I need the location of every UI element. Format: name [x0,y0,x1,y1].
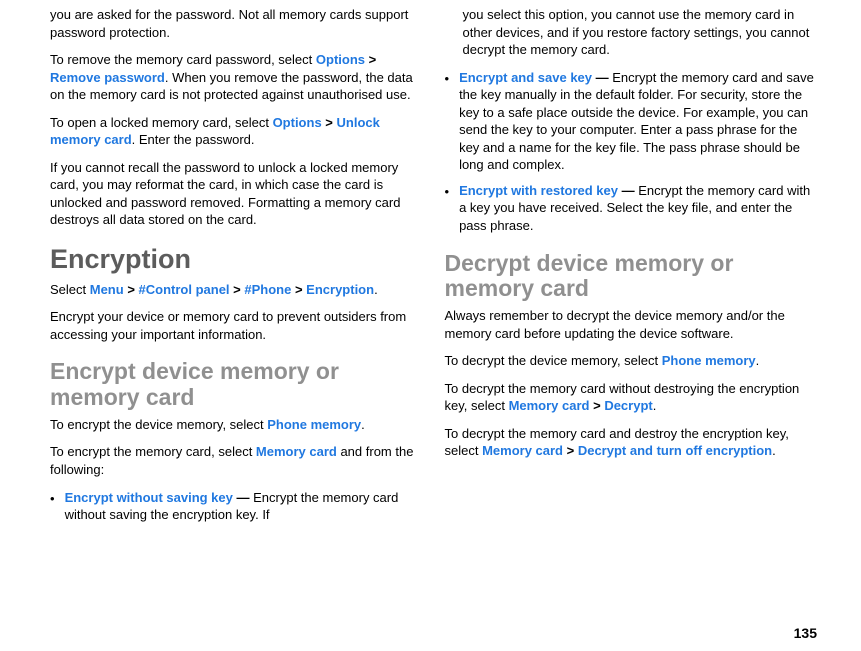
left-column: you are asked for the password. Not all … [50,6,423,532]
breadcrumb-separator: > [365,52,376,67]
bullet-icon: • [445,182,450,235]
options-link[interactable]: Options [273,115,322,130]
body-text: To remove the memory card password, sele… [50,51,423,104]
body-text: To encrypt the device memory, select Pho… [50,416,423,434]
text-fragment: Encrypt the memory card and save the key… [459,70,814,173]
text-fragment: To remove the memory card password, sele… [50,52,316,67]
body-text: To decrypt the device memory, select Pho… [445,352,818,370]
text-fragment: . [653,398,657,413]
dash-separator: — [618,183,638,198]
text-fragment: To decrypt the device memory, select [445,353,662,368]
text-fragment: . [772,443,776,458]
bullet-icon: • [445,69,450,174]
body-text: you are asked for the password. Not all … [50,6,423,41]
list-item-text: Encrypt and save key — Encrypt the memor… [459,69,817,174]
heading-decrypt-device-memory: Decrypt device memory or memory card [445,251,818,302]
body-text: Select Menu > #Control panel > #Phone > … [50,281,423,299]
text-fragment: To encrypt the device memory, select [50,417,267,432]
heading-encrypt-device-memory: Encrypt device memory or memory card [50,359,423,410]
body-text: To encrypt the memory card, select Memor… [50,443,423,478]
text-fragment: . Enter the password. [132,132,255,147]
decrypt-link[interactable]: Decrypt [604,398,652,413]
phone-memory-link[interactable]: Phone memory [662,353,756,368]
phone-link[interactable]: #Phone [244,282,291,297]
dash-separator: — [233,490,253,505]
list-item: • Encrypt and save key — Encrypt the mem… [445,69,818,174]
text-fragment: Select [50,282,90,297]
remove-password-link[interactable]: Remove password [50,70,165,85]
encrypt-without-saving-key-link[interactable]: Encrypt without saving key [65,490,233,505]
body-text: Encrypt your device or memory card to pr… [50,308,423,343]
breadcrumb-separator: > [124,282,139,297]
breadcrumb-separator: > [589,398,604,413]
list-item-continuation: you select this option, you cannot use t… [463,6,818,59]
body-text: Always remember to decrypt the device me… [445,307,818,342]
list-item-text: Encrypt without saving key — Encrypt the… [65,489,423,524]
breadcrumb-separator: > [230,282,245,297]
list-item: • Encrypt with restored key — Encrypt th… [445,182,818,235]
text-fragment: To encrypt the memory card, select [50,444,256,459]
text-fragment: . [361,417,365,432]
body-text: To decrypt the memory card and destroy t… [445,425,818,460]
menu-link[interactable]: Menu [90,282,124,297]
encrypt-and-save-key-link[interactable]: Encrypt and save key [459,70,592,85]
body-text: To open a locked memory card, select Opt… [50,114,423,149]
body-text: To decrypt the memory card without destr… [445,380,818,415]
right-column: you select this option, you cannot use t… [445,6,818,532]
options-link[interactable]: Options [316,52,365,67]
text-fragment: . [374,282,378,297]
decrypt-and-turn-off-encryption-link[interactable]: Decrypt and turn off encryption [578,443,772,458]
body-text: If you cannot recall the password to unl… [50,159,423,229]
heading-encryption: Encryption [50,245,423,275]
encrypt-with-restored-key-link[interactable]: Encrypt with restored key [459,183,618,198]
text-fragment: To open a locked memory card, select [50,115,273,130]
page-number: 135 [794,624,817,643]
text-fragment: . [756,353,760,368]
memory-card-link[interactable]: Memory card [256,444,337,459]
dash-separator: — [592,70,612,85]
breadcrumb-separator: > [563,443,578,458]
phone-memory-link[interactable]: Phone memory [267,417,361,432]
control-panel-link[interactable]: #Control panel [139,282,230,297]
list-item-text: Encrypt with restored key — Encrypt the … [459,182,817,235]
memory-card-link[interactable]: Memory card [482,443,563,458]
breadcrumb-separator: > [291,282,306,297]
list-item: • Encrypt without saving key — Encrypt t… [50,489,423,524]
page-content: you are asked for the password. Not all … [0,0,861,538]
breadcrumb-separator: > [322,115,337,130]
bullet-icon: • [50,489,55,524]
memory-card-link[interactable]: Memory card [509,398,590,413]
encryption-link[interactable]: Encryption [306,282,374,297]
